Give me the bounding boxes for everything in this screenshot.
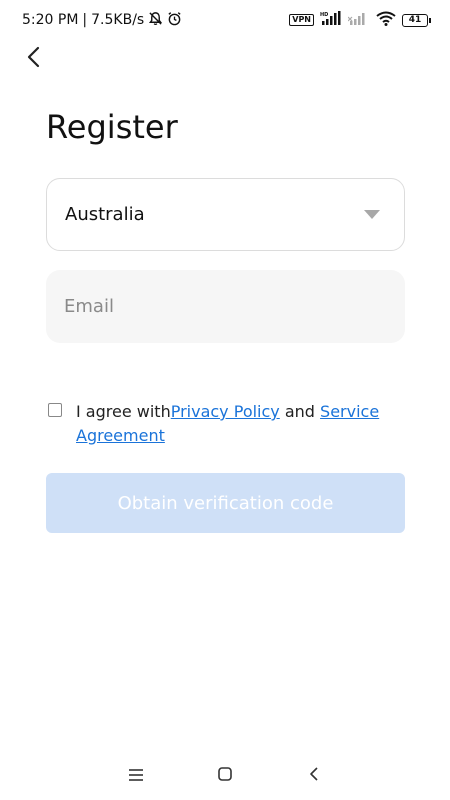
vpn-badge: VPN (289, 14, 314, 26)
status-right: VPN HD 41 (289, 11, 431, 30)
agreement-conjunction: and (279, 402, 321, 421)
privacy-policy-link[interactable]: Privacy Policy (171, 402, 280, 421)
system-nav-bar (0, 752, 450, 800)
alarm-clock-icon (167, 11, 182, 30)
signal-weak-icon (347, 11, 370, 29)
register-screen: 5:20 PM | 7.5KB/s VPN HD 41 Register Aus… (0, 0, 450, 800)
obtain-verification-code-button[interactable]: Obtain verification code (46, 473, 405, 533)
svg-text:HD: HD (320, 12, 328, 18)
page-title: Register (46, 108, 178, 146)
status-separator: | (82, 12, 88, 28)
caret-down-icon (364, 210, 380, 219)
home-square-icon (217, 766, 233, 786)
agreement-prefix: I agree with (76, 402, 171, 421)
status-left: 5:20 PM | 7.5KB/s (22, 11, 182, 30)
status-net-speed: 7.5KB/s (91, 12, 145, 28)
country-value: Australia (65, 204, 145, 225)
nav-home-button[interactable] (205, 756, 245, 796)
email-input[interactable] (64, 296, 387, 317)
battery-indicator: 41 (402, 13, 431, 27)
nav-menu-button[interactable] (116, 756, 156, 796)
chevron-left-icon (26, 46, 40, 72)
agree-checkbox[interactable] (48, 403, 62, 417)
country-select[interactable]: Australia (46, 178, 405, 251)
status-time: 5:20 PM (22, 12, 79, 28)
agreement-row: I agree withPrivacy Policy and Service A… (48, 400, 388, 448)
agreement-text: I agree withPrivacy Policy and Service A… (76, 400, 388, 448)
back-button[interactable] (18, 42, 48, 76)
signal-hd-icon: HD (320, 11, 342, 29)
bell-muted-icon (148, 11, 163, 30)
nav-back-button[interactable] (294, 756, 334, 796)
wifi-icon (376, 11, 396, 30)
status-bar: 5:20 PM | 7.5KB/s VPN HD 41 (0, 0, 450, 40)
email-field[interactable] (46, 270, 405, 343)
menu-icon (128, 767, 144, 786)
back-triangle-icon (308, 766, 320, 786)
